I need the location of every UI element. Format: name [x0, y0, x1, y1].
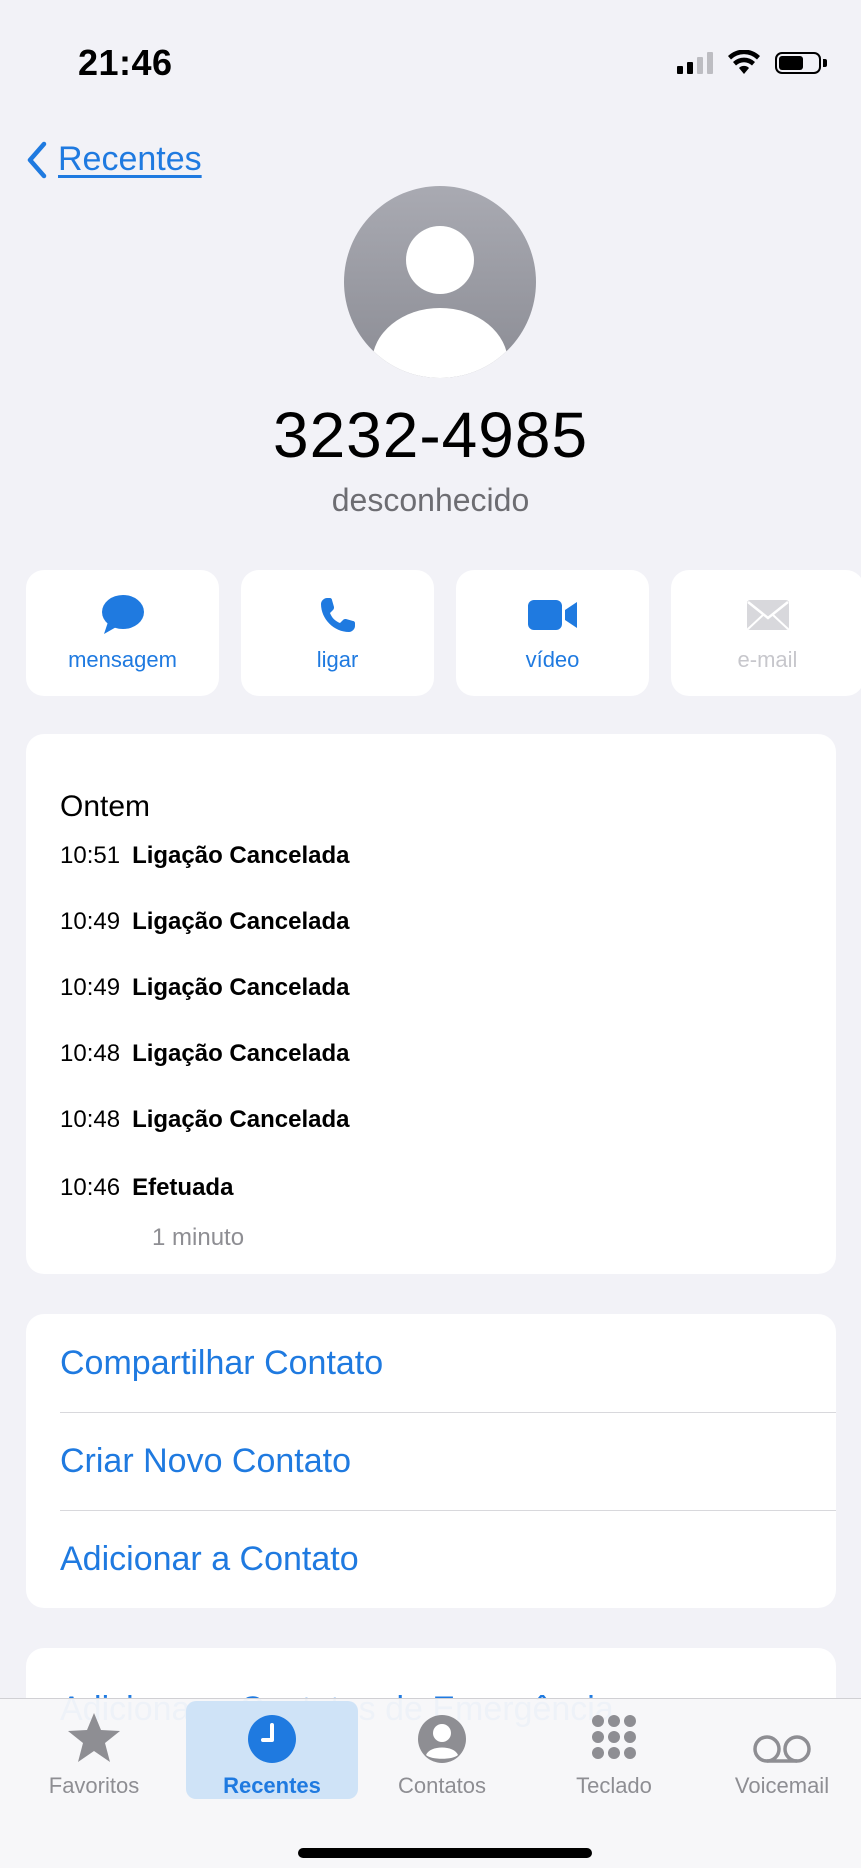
call-status: Efetuada	[132, 1174, 234, 1201]
call-time: 10:49	[60, 908, 121, 935]
chevron-left-icon	[27, 141, 47, 178]
call-duration: 1 minuto	[152, 1224, 245, 1251]
back-label: Recentes	[58, 140, 202, 178]
call-status: Ligação Cancelada	[132, 1040, 350, 1067]
email-label: e-mail	[737, 647, 798, 672]
call-status: Ligação Cancelada	[132, 1106, 350, 1133]
status-icons	[677, 50, 827, 76]
action-buttons: mensagem ligar vídeo e-mail	[26, 570, 861, 696]
call-history-card: Ontem 10:51 Ligação Cancelada 10:49 Liga…	[26, 734, 836, 1274]
home-indicator[interactable]	[298, 1848, 592, 1858]
call-time: 10:48	[60, 1040, 121, 1067]
cellular-signal-icon	[677, 52, 713, 74]
envelope-icon	[746, 600, 789, 630]
call-time: 10:48	[60, 1106, 121, 1133]
keypad-icon	[592, 1715, 636, 1759]
call-time: 10:49	[60, 974, 121, 1001]
phone-icon	[320, 598, 355, 632]
avatar	[344, 186, 536, 378]
tab-teclado[interactable]: Teclado	[528, 1699, 700, 1799]
call-entry: 10:46 Efetuada	[60, 1174, 233, 1202]
message-button[interactable]: mensagem	[26, 570, 219, 696]
contact-options-card: Compartilhar Contato Criar Novo Contato …	[26, 1314, 836, 1608]
tab-contatos[interactable]: Contatos	[356, 1699, 528, 1799]
tab-recentes[interactable]: Recentes	[186, 1701, 358, 1799]
status-time: 21:46	[78, 42, 173, 83]
tab-voicemail[interactable]: Voicemail	[696, 1699, 861, 1799]
tab-label: Favoritos	[48, 1773, 140, 1798]
video-button[interactable]: vídeo	[456, 570, 649, 696]
call-entry: 10:48 Ligação Cancelada	[60, 1106, 349, 1134]
call-entry: 10:49 Ligação Cancelada	[60, 974, 349, 1002]
wifi-icon	[728, 50, 760, 74]
create-contact-option[interactable]: Criar Novo Contato	[60, 1442, 351, 1481]
divider	[60, 1510, 836, 1511]
tab-label: Recentes	[223, 1773, 321, 1798]
call-status: Ligação Cancelada	[132, 908, 350, 935]
call-label: ligar	[316, 647, 359, 672]
status-bar: 21:46	[0, 0, 861, 130]
video-camera-icon	[527, 600, 577, 630]
person-icon	[418, 1715, 466, 1763]
phone-number: 3232-4985	[272, 399, 589, 471]
email-button[interactable]: e-mail	[671, 570, 861, 696]
add-to-contact-option[interactable]: Adicionar a Contato	[60, 1540, 359, 1579]
call-entry: 10:48 Ligação Cancelada	[60, 1040, 349, 1068]
video-label: vídeo	[525, 647, 580, 672]
tab-bar: Favoritos Recentes Contatos Teclado Voic…	[0, 1698, 861, 1868]
call-history-day: Ontem	[60, 790, 151, 823]
call-time: 10:46	[60, 1174, 121, 1201]
call-button[interactable]: ligar	[241, 570, 434, 696]
message-bubble-icon	[101, 595, 144, 634]
contact-label: desconhecido	[331, 482, 530, 518]
call-status: Ligação Cancelada	[132, 974, 350, 1001]
share-contact-option[interactable]: Compartilhar Contato	[60, 1344, 383, 1383]
call-entry: 10:51 Ligação Cancelada	[60, 842, 349, 870]
contact-detail-screen: 21:46 Recentes 3232-4985 desconhecido me…	[0, 0, 861, 1868]
call-entry: 10:49 Ligação Cancelada	[60, 908, 349, 936]
back-button[interactable]: Recentes	[26, 140, 202, 179]
tab-label: Teclado	[576, 1773, 652, 1798]
battery-icon	[775, 52, 827, 74]
tab-favoritos[interactable]: Favoritos	[8, 1699, 180, 1799]
voicemail-icon	[753, 1735, 811, 1763]
tab-label: Voicemail	[734, 1773, 830, 1798]
divider	[60, 1412, 836, 1413]
call-status: Ligação Cancelada	[132, 842, 350, 869]
clock-icon	[248, 1715, 296, 1763]
call-time: 10:51	[60, 842, 121, 869]
message-label: mensagem	[68, 647, 177, 672]
star-icon	[68, 1713, 120, 1762]
tab-label: Contatos	[397, 1773, 487, 1798]
